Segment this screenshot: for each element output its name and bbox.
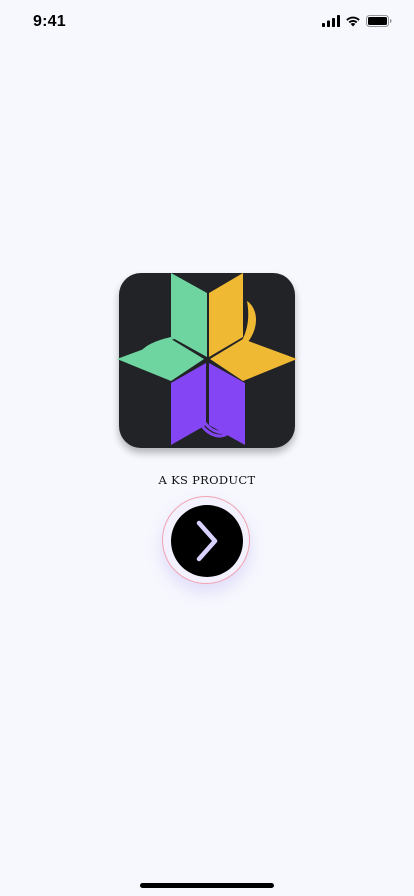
tagline: A KS PRODUCT: [158, 473, 256, 487]
app-logo: [117, 273, 297, 448]
status-time: 9:41: [33, 13, 66, 30]
battery-icon: [366, 15, 392, 27]
wifi-icon: [346, 16, 360, 27]
ks-flower-logo-icon: [117, 273, 297, 445]
home-indicator[interactable]: [140, 883, 274, 888]
status-icons: [322, 15, 392, 27]
status-bar: 9:41: [0, 0, 414, 44]
signal-icon: [322, 15, 340, 27]
chevron-right-icon: [196, 520, 218, 562]
next-button[interactable]: [171, 505, 243, 577]
